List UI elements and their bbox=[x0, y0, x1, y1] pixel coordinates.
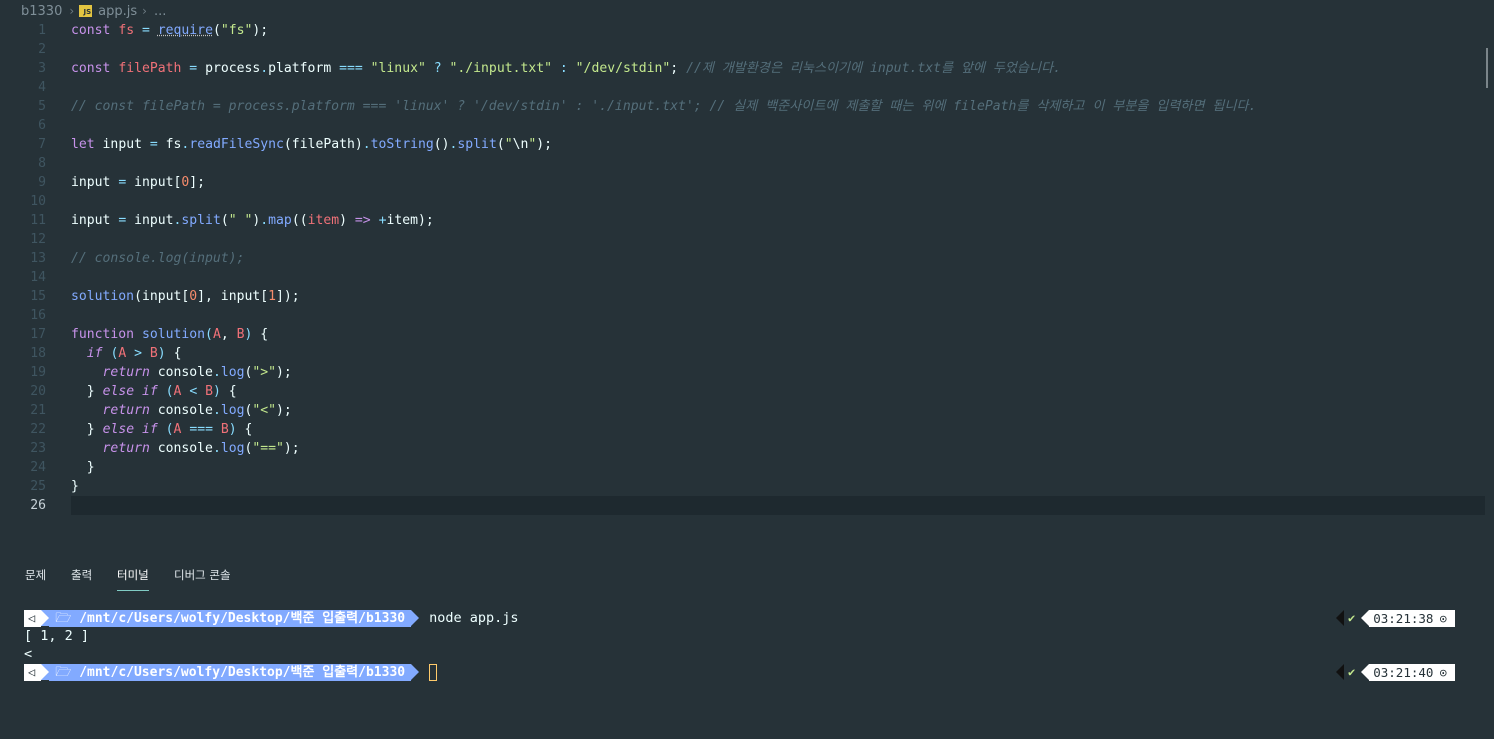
prompt-separator bbox=[41, 664, 50, 680]
terminal-output: [ 1, 2 ] bbox=[24, 628, 90, 644]
breadcrumb-folder[interactable]: b1330 bbox=[19, 4, 64, 19]
terminal-cursor[interactable] bbox=[429, 663, 438, 681]
code-line: 4 bbox=[38, 80, 46, 95]
code-line: 14 bbox=[30, 270, 46, 285]
code-line-active[interactable]: 26 bbox=[0, 496, 1494, 515]
code-line: 9 input = input[0]; bbox=[38, 175, 206, 190]
code-line: 6 bbox=[38, 118, 46, 133]
chevron-right-icon: › bbox=[142, 4, 147, 18]
breadcrumb: b1330 › JS app.js › ... bbox=[0, 0, 1494, 22]
clock-icon: ⊙ bbox=[1439, 610, 1447, 626]
tab-debug-console[interactable]: 디버그 콘솔 bbox=[174, 567, 231, 590]
code-line: 7 let input = fs.readFileSync(filePath).t… bbox=[38, 137, 553, 152]
code-line: 10 bbox=[30, 194, 46, 209]
code-line: 22 } else if (A === B) { bbox=[30, 422, 253, 437]
panel-tabs: 문제 출력 터미널 디버그 콘솔 bbox=[0, 562, 1494, 592]
code-line: 11 input = input.split(" ").map((item) =>… bbox=[30, 213, 434, 228]
timestamp: 03:21:38 ⊙ bbox=[1369, 609, 1455, 627]
code-line: 20 } else if (A < B) { bbox=[30, 384, 237, 399]
code-line: 25} bbox=[30, 479, 79, 494]
code-line: 3 const filePath = process.platform === "… bbox=[38, 61, 1061, 76]
terminal-right-prompt: ✔ 03:21:40 ⊙ bbox=[1336, 663, 1455, 681]
prompt-separator bbox=[1361, 610, 1370, 626]
scrollbar[interactable] bbox=[1486, 48, 1488, 88]
code-line: 17 function solution(A, B) { bbox=[30, 327, 269, 342]
terminal-command: node app.js bbox=[429, 610, 519, 626]
prompt-path: 🗁 /mnt/c/Users/wolfy/Desktop/백준 입출력/b133… bbox=[49, 663, 412, 681]
code-editor[interactable]: 1 const fs = require("fs"); 2 3 const file… bbox=[0, 21, 1494, 521]
code-line: 23 return console.log("=="); bbox=[30, 441, 300, 456]
check-icon: ✔ bbox=[1348, 665, 1356, 679]
code-line: 24 } bbox=[30, 460, 95, 475]
tab-output[interactable]: 출력 bbox=[71, 567, 92, 590]
prompt-separator bbox=[1336, 664, 1344, 680]
prompt-separator bbox=[411, 610, 420, 626]
tab-problems[interactable]: 문제 bbox=[25, 567, 46, 590]
code-line: 21 return console.log("<"); bbox=[30, 403, 292, 418]
terminal-prompt: ◁ 🗁 /mnt/c/Users/wolfy/Desktop/백준 입출력/b1… bbox=[24, 662, 438, 682]
breadcrumb-file-label: app.js bbox=[98, 3, 138, 19]
prompt-separator bbox=[1361, 664, 1370, 680]
breadcrumb-file[interactable]: JS app.js bbox=[79, 4, 137, 19]
folder-icon: 🗁 bbox=[55, 610, 72, 626]
terminal-output: < bbox=[24, 646, 33, 662]
code-line: 5// const filePath = process.platform ==… bbox=[38, 99, 1257, 114]
code-line: 15 solution(input[0], input[1]); bbox=[30, 289, 300, 304]
terminal-right-prompt: ✔ 03:21:38 ⊙ bbox=[1336, 609, 1455, 627]
timestamp: 03:21:40 ⊙ bbox=[1369, 663, 1455, 681]
code-line: 13// console.log(input); bbox=[30, 251, 245, 266]
code-line: 8 bbox=[38, 156, 46, 171]
check-icon: ✔ bbox=[1348, 611, 1356, 625]
clock-icon: ⊙ bbox=[1439, 664, 1447, 680]
code-line: 2 bbox=[38, 42, 46, 57]
prompt-separator bbox=[1336, 610, 1344, 626]
prompt-separator bbox=[411, 664, 420, 680]
prompt-icon: ◁ bbox=[24, 663, 42, 681]
terminal-prompt: ◁ 🗁 /mnt/c/Users/wolfy/Desktop/백준 입출력/b1… bbox=[24, 608, 519, 628]
folder-icon: 🗁 bbox=[55, 664, 72, 680]
code-line: 18 if (A > B) { bbox=[30, 346, 182, 361]
code-line: 19 return console.log(">"); bbox=[30, 365, 292, 380]
tab-terminal[interactable]: 터미널 bbox=[117, 567, 149, 591]
prompt-icon: ◁ bbox=[24, 609, 42, 627]
chevron-right-icon: › bbox=[69, 4, 75, 18]
current-line-highlight bbox=[71, 496, 1485, 515]
prompt-path: 🗁 /mnt/c/Users/wolfy/Desktop/백준 입출력/b133… bbox=[49, 609, 412, 627]
breadcrumb-more[interactable]: ... bbox=[152, 4, 168, 19]
js-file-icon: JS bbox=[79, 5, 93, 17]
terminal[interactable]: ◁ 🗁 /mnt/c/Users/wolfy/Desktop/백준 입출력/b1… bbox=[0, 605, 1494, 735]
code-line: 12 bbox=[30, 232, 46, 247]
code-line: 16 bbox=[30, 308, 46, 323]
prompt-separator bbox=[41, 610, 50, 626]
code-line: 1 const fs = require("fs"); bbox=[38, 23, 269, 38]
